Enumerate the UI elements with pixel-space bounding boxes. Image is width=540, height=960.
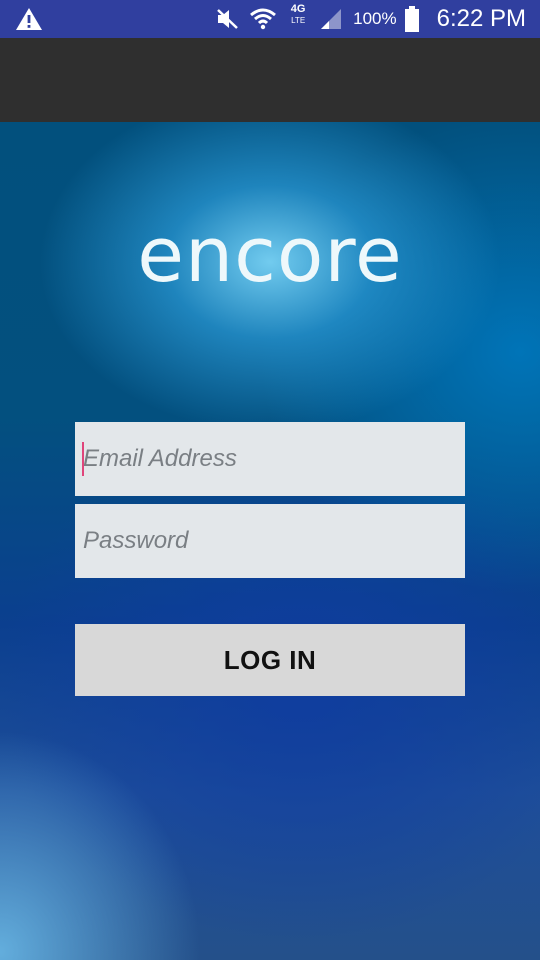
warning-triangle-icon — [16, 8, 42, 30]
login-button[interactable]: LOG IN — [75, 624, 465, 696]
network-type: 4G LTE — [285, 3, 311, 29]
vibrate-mute-icon — [217, 9, 238, 29]
password-field[interactable] — [75, 504, 465, 578]
screen: 4G LTE 100% 6:22 PM encore LOG IN — [0, 0, 540, 960]
email-input[interactable] — [83, 422, 457, 496]
status-icons: 4G LTE 100% 6:22 PM — [215, 0, 526, 38]
wifi-icon — [250, 8, 277, 30]
network-sub-label: LTE — [291, 15, 306, 25]
battery-percent: 100% — [353, 9, 397, 28]
network-type-label: 4G — [290, 2, 306, 15]
login-content: encore LOG IN — [0, 122, 540, 960]
action-bar — [0, 38, 540, 122]
battery-icon — [404, 6, 419, 32]
password-input[interactable] — [83, 504, 457, 578]
email-field[interactable] — [75, 422, 465, 496]
app-logo: encore — [137, 210, 403, 299]
cell-signal-icon — [321, 9, 342, 29]
text-cursor — [82, 442, 84, 476]
status-bar: 4G LTE 100% 6:22 PM — [0, 0, 540, 38]
status-time: 6:22 PM — [436, 5, 526, 32]
